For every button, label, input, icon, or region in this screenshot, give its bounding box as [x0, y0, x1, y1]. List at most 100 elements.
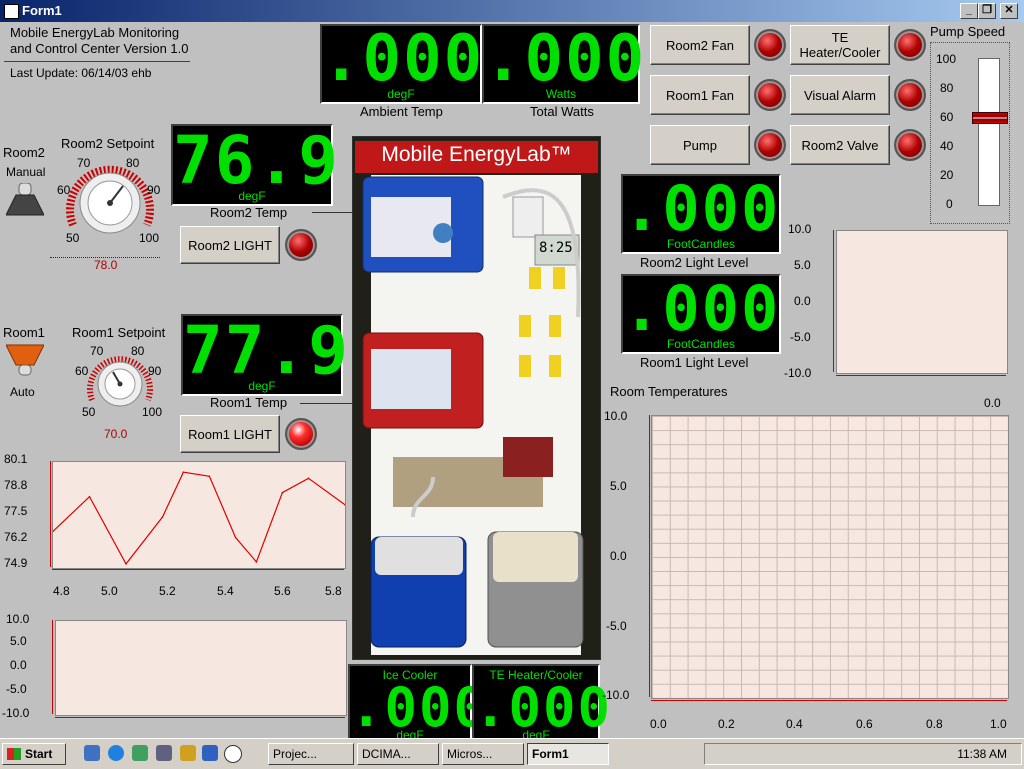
room2-valve-button[interactable]: Room2 Valve: [790, 125, 890, 165]
rt-ytick: 5.0: [610, 479, 627, 493]
history-x-axis: [52, 569, 344, 580]
windows-logo-icon: [7, 748, 21, 760]
maximize-button[interactable]: ❐: [978, 3, 996, 19]
room-temp-history-chart: [52, 461, 346, 569]
ambient-display: .000 degF: [320, 22, 482, 104]
sr-ytick: 0.0: [794, 294, 811, 308]
history-ytick: 78.8: [4, 478, 28, 492]
room1-fan-button[interactable]: Room1 Fan: [650, 75, 750, 115]
ambient-unit: degF: [387, 87, 415, 101]
te-heater-line2: Heater/Cooler: [799, 45, 881, 60]
watts-label: Total Watts: [530, 104, 594, 119]
quicklaunch-ie-icon[interactable]: [108, 745, 124, 761]
rt-xtick: 0.0: [650, 717, 667, 731]
sr-ytick: -5.0: [790, 330, 811, 344]
photo-banner: Mobile EnergyLab™: [381, 143, 572, 166]
start-label: Start: [25, 747, 53, 761]
data-point: [161, 516, 164, 518]
room2-light-unit: FootCandles: [666, 237, 736, 251]
start-button[interactable]: Start: [2, 743, 66, 765]
room2-setpoint-value: 78.0: [94, 258, 118, 272]
room1-temp-display: 77.9 degF: [181, 312, 350, 396]
room1-light-value: .000: [623, 272, 781, 345]
room2-temp-label: Room2 Temp: [210, 205, 288, 220]
room1-mode-switch[interactable]: [5, 343, 45, 377]
history-xtick: 5.2: [159, 584, 176, 598]
te-heater-line1: TE: [831, 30, 849, 45]
history-ytick: 76.2: [4, 530, 28, 544]
pump-tick: 0: [946, 197, 953, 211]
taskbar-item-form1[interactable]: Form1: [527, 743, 609, 765]
room2-light-button[interactable]: Room2 LIGHT: [180, 226, 280, 264]
taskbar: Start Projec... DCIMA... Micros... Form1…: [0, 738, 1024, 769]
room1-setpoint-label: Room1 Setpoint: [72, 325, 166, 340]
room1-temp-value: 77.9: [183, 312, 350, 389]
taskbar-item-dcim[interactable]: DCIMA...: [357, 743, 439, 765]
room1-knob-tick-60: 60: [75, 364, 89, 378]
room2-temp-display: 76.9 degF: [171, 122, 338, 206]
data-point: [88, 495, 91, 498]
room2-knob-tick-100: 100: [139, 231, 160, 245]
taskbar-item-microsoft[interactable]: Micros...: [442, 743, 524, 765]
left-bottom-plot: [55, 620, 347, 716]
room1-knob-tick-100: 100: [142, 405, 163, 419]
rt-ytick: -5.0: [606, 619, 627, 633]
lb-ytick: -10.0: [2, 706, 30, 720]
pump-tick: 40: [940, 139, 954, 153]
lb-ytick: 10.0: [6, 612, 30, 626]
app-icon: [4, 4, 19, 19]
history-xtick: 5.0: [101, 584, 118, 598]
system-tray: 11:38 AM: [704, 743, 1022, 765]
history-xtick: 5.8: [325, 584, 342, 598]
quicklaunch-app-icon[interactable]: [156, 745, 172, 761]
rt-ytick: 10.0: [604, 409, 628, 423]
quicklaunch-media-icon[interactable]: [180, 745, 196, 761]
te-heater-cooler-button[interactable]: TE Heater/Cooler: [790, 25, 890, 65]
photo-clock: 8:25: [539, 240, 573, 256]
ice-cooler-display: Ice Cooler .000 degF: [348, 664, 486, 742]
room1-temp-unit: degF: [248, 379, 276, 393]
room2-name: Room2: [3, 145, 45, 160]
rt-xtick: 0.8: [926, 717, 943, 731]
rt-xtick: 0.2: [718, 717, 735, 731]
quicklaunch-desktop-icon[interactable]: [84, 745, 100, 761]
quicklaunch-info-icon[interactable]: [224, 745, 242, 763]
room-temps-title: Room Temperatures: [610, 384, 728, 399]
minimize-button[interactable]: _: [960, 3, 978, 19]
app-name-line2: and Control Center Version 1.0: [10, 41, 189, 56]
data-point: [125, 563, 127, 565]
room1-name: Room1: [3, 325, 45, 340]
close-button[interactable]: ✕: [1000, 3, 1018, 19]
data-point: [281, 491, 284, 494]
data-point: [255, 561, 258, 563]
small-right-plot: [836, 230, 1008, 374]
room2-knob-tick-70: 70: [77, 156, 91, 170]
room1-light-button[interactable]: Room1 LIGHT: [180, 415, 280, 453]
room1-light-led: [285, 418, 317, 450]
pump-speed-thumb[interactable]: [972, 112, 1008, 125]
pump-speed-track[interactable]: [978, 58, 1000, 206]
pump-led: [754, 129, 786, 161]
room1-fan-led: [754, 79, 786, 111]
sr-ytick: 5.0: [794, 258, 811, 272]
rt-xtick: 0.6: [856, 717, 873, 731]
last-update: Last Update: 06/14/03 ehb: [10, 66, 152, 80]
pump-button[interactable]: Pump: [650, 125, 750, 165]
watts-display: .000 Watts: [482, 22, 644, 104]
quicklaunch-outlook-icon[interactable]: [132, 745, 148, 761]
te-heater-led: [894, 29, 926, 61]
window-title: Form1: [22, 3, 62, 18]
quicklaunch-browser-icon[interactable]: [202, 745, 218, 761]
tray-clock[interactable]: 11:38 AM: [957, 747, 1007, 761]
room2-fan-button[interactable]: Room2 Fan: [650, 25, 750, 65]
room2-mode-switch[interactable]: [5, 182, 45, 217]
data-point: [234, 536, 237, 539]
watts-unit: Watts: [545, 87, 577, 101]
ambient-label: Ambient Temp: [360, 104, 443, 119]
room2-light-display: .000 FootCandles: [621, 172, 781, 254]
taskbar-item-project[interactable]: Projec...: [268, 743, 354, 765]
visual-alarm-button[interactable]: Visual Alarm: [790, 75, 890, 115]
data-point: [208, 475, 211, 478]
pump-tick: 80: [940, 81, 954, 95]
taskbar-item-label: Micros...: [447, 747, 493, 761]
